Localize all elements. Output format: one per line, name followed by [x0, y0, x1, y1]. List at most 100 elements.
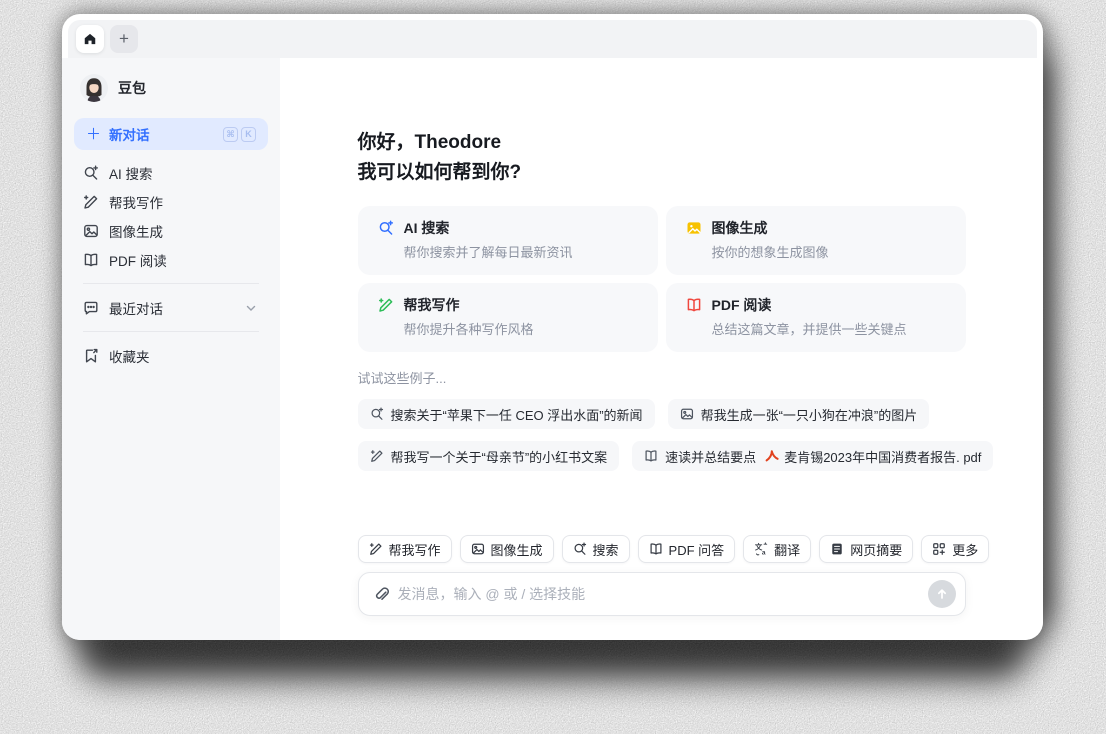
cmd-key-badge: ⌘ — [223, 126, 238, 142]
skill-translate[interactable]: 文 a 翻译 — [743, 535, 812, 563]
example-chip-search-news[interactable]: 搜索关于“苹果下一任 CEO 浮出水面”的新闻 — [357, 399, 655, 429]
send-button[interactable] — [927, 580, 956, 608]
desktop-background: + 豆包 ＋ 新对话 ⌘ K AI 搜索 帮我写作 图像生成 PDF 阅读 最近… — [0, 0, 1106, 734]
example-chip-text: 帮我写一个关于“母亲节”的小红书文案 — [390, 449, 608, 465]
sidebar-item-label: 最近对话 — [109, 301, 163, 317]
sidebar-divider — [83, 283, 259, 284]
ai-search-icon — [84, 165, 98, 180]
sidebar-divider — [83, 331, 259, 332]
pdf-file-icon — [765, 450, 779, 462]
skill-pdf-qa[interactable]: PDF 问答 — [637, 535, 736, 563]
card-desc: 总结这篇文章，并提供一些关键点 — [711, 322, 907, 337]
skill-label: 翻译 — [774, 542, 801, 558]
write-icon — [84, 194, 98, 209]
skill-label: 图像生成 — [490, 542, 543, 558]
sidebar-item-label: PDF 阅读 — [109, 253, 167, 269]
k-key-badge: K — [241, 126, 256, 142]
skill-label: PDF 问答 — [668, 542, 725, 558]
webpage-icon — [832, 543, 842, 555]
image-gen-icon — [687, 222, 700, 234]
card-desc: 帮你提升各种写作风格 — [403, 322, 534, 337]
sidebar-item-recent-chats[interactable]: 最近对话 — [74, 293, 268, 322]
card-title: 帮我写作 — [403, 297, 460, 313]
book-icon — [645, 450, 657, 462]
plus-icon: ＋ — [86, 125, 102, 143]
card-title: AI 搜索 — [403, 220, 450, 236]
new-tab-label: + — [119, 29, 129, 48]
main-area: 你好，Theodore 我可以如何帮到你? AI 搜索 帮你搜索并了解每日最新资… — [280, 58, 1043, 640]
skill-image-gen[interactable]: 图像生成 — [459, 535, 554, 563]
message-input-bar — [357, 572, 966, 616]
bookmark-icon — [85, 348, 98, 362]
avatar — [80, 74, 108, 102]
home-icon — [84, 33, 96, 45]
tab-bar: + — [68, 20, 1037, 58]
pdf-attachment: 麦肯锡2023年中国消费者报告. pdf — [765, 447, 981, 466]
chevron-down-icon — [246, 305, 256, 311]
sidebar-item-label: AI 搜索 — [109, 166, 153, 182]
sidebar-item-favorites[interactable]: 收藏夹 — [74, 341, 268, 370]
image-icon — [680, 408, 693, 420]
image-gen-icon — [84, 224, 98, 237]
write-icon — [369, 543, 382, 555]
example-chip-text: 帮我生成一张“一只小狗在冲浪”的图片 — [700, 407, 918, 423]
pdf-attachment-name: 麦肯锡2023年中国消费者报告. pdf — [784, 449, 982, 465]
card-title: 图像生成 — [711, 220, 768, 236]
pdf-read-icon — [84, 253, 98, 266]
new-chat-label: 新对话 — [109, 128, 150, 143]
book-icon — [650, 543, 662, 555]
pdf-read-icon — [687, 298, 700, 312]
sidebar-item-ai-search[interactable]: AI 搜索 — [74, 158, 268, 187]
greeting-line2: 我可以如何帮到你? — [357, 162, 522, 183]
paperclip-icon[interactable] — [373, 586, 389, 602]
skill-webpage-summary[interactable]: 网页摘要 — [819, 535, 914, 563]
skill-more[interactable]: 更多 — [921, 535, 990, 563]
composer: 帮我写作 图像生成 搜索 PDF 问答 文 a 翻译 网页摘要 更多 发消息，输… — [357, 535, 990, 616]
sidebar-item-label: 图像生成 — [109, 224, 163, 240]
card-write[interactable]: 帮我写作 帮你提升各种写作风格 — [357, 283, 658, 352]
card-desc: 按你的想象生成图像 — [711, 245, 829, 260]
write-icon — [370, 450, 383, 462]
more-grid-icon — [933, 543, 946, 555]
chat-bubble-icon — [84, 301, 98, 314]
image-icon — [471, 543, 484, 555]
example-chips-row-2: 帮我写一个关于“母亲节”的小红书文案 速读并总结要点 麦肯锡2023年中国消费者… — [357, 441, 994, 471]
example-chip-text: 搜索关于“苹果下一任 CEO 浮出水面”的新闻 — [390, 407, 643, 423]
example-chips-row-1: 搜索关于“苹果下一任 CEO 浮出水面”的新闻 帮我生成一张“一只小狗在冲浪”的… — [357, 399, 966, 429]
example-chip-summarize-pdf[interactable]: 速读并总结要点 麦肯锡2023年中国消费者报告. pdf — [632, 441, 994, 471]
skill-write[interactable]: 帮我写作 — [357, 535, 452, 563]
sidebar-item-image-gen[interactable]: 图像生成 — [74, 216, 268, 245]
doubao-app-window: + 豆包 ＋ 新对话 ⌘ K AI 搜索 帮我写作 图像生成 PDF 阅读 最近… — [62, 14, 1043, 640]
search-icon — [370, 407, 383, 420]
skill-search[interactable]: 搜索 — [561, 535, 630, 563]
profile-name: 豆包 — [118, 80, 146, 96]
example-chip-write-post[interactable]: 帮我写一个关于“母亲节”的小红书文案 — [357, 441, 620, 471]
card-title: PDF 阅读 — [711, 297, 772, 313]
card-pdf-read[interactable]: PDF 阅读 总结这篇文章，并提供一些关键点 — [665, 283, 966, 352]
greeting-line1: 你好，Theodore — [357, 132, 502, 153]
arrow-up-icon — [937, 589, 946, 599]
card-image-gen[interactable]: 图像生成 按你的想象生成图像 — [665, 206, 966, 275]
profile-row[interactable]: 豆包 — [74, 68, 268, 108]
example-chip-text: 速读并总结要点 — [665, 449, 757, 465]
svg-text:a: a — [762, 549, 766, 556]
card-ai-search[interactable]: AI 搜索 帮你搜索并了解每日最新资讯 — [357, 206, 658, 275]
skill-label: 搜索 — [592, 542, 619, 558]
message-input[interactable] — [397, 586, 919, 602]
search-icon — [574, 542, 586, 555]
sidebar-item-label: 帮我写作 — [109, 195, 163, 211]
shortcut-badges: ⌘ K — [223, 126, 256, 142]
skill-label: 网页摘要 — [850, 542, 903, 558]
sidebar-item-pdf-read[interactable]: PDF 阅读 — [74, 245, 268, 274]
write-icon — [378, 298, 392, 312]
sidebar-nav: AI 搜索 帮我写作 图像生成 PDF 阅读 最近对话 收藏夹 — [74, 158, 268, 370]
new-tab-button[interactable]: + — [110, 25, 138, 53]
card-desc: 帮你搜索并了解每日最新资讯 — [403, 245, 573, 260]
sidebar-item-write[interactable]: 帮我写作 — [74, 187, 268, 216]
example-chip-gen-image[interactable]: 帮我生成一张“一只小狗在冲浪”的图片 — [667, 399, 930, 429]
sidebar: 豆包 ＋ 新对话 ⌘ K AI 搜索 帮我写作 图像生成 PDF 阅读 最近对话… — [62, 58, 280, 640]
home-tab-button[interactable] — [76, 25, 104, 53]
skill-label: 更多 — [952, 542, 979, 558]
new-chat-button[interactable]: ＋ 新对话 ⌘ K — [74, 118, 268, 150]
examples-label: 试试这些例子... — [357, 371, 447, 386]
